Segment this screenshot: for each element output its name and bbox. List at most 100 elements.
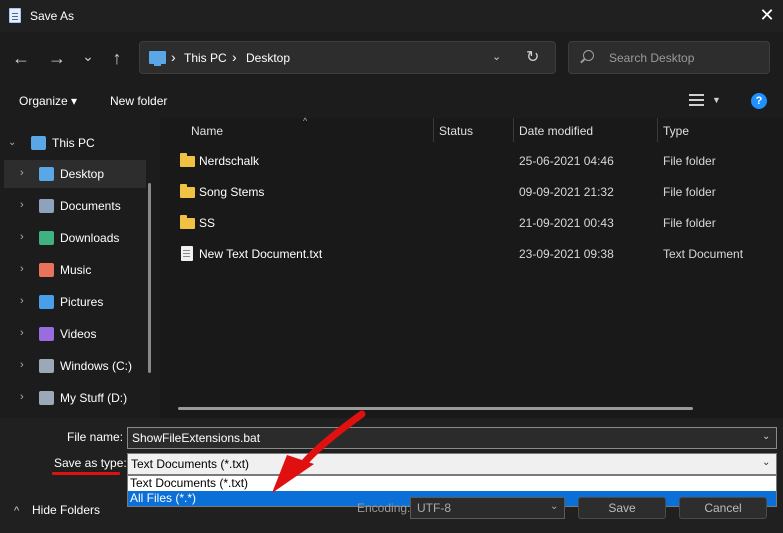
nav-pane-scrollbar[interactable] [148, 183, 151, 373]
file-date-modified: 21-09-2021 00:43 [519, 216, 614, 230]
file-date-modified: 23-09-2021 09:38 [519, 247, 614, 261]
save-as-type-select[interactable]: Text Documents (*.txt) [127, 453, 777, 475]
new-folder-button[interactable]: New folder [110, 94, 167, 108]
file-type: File folder [663, 216, 716, 230]
view-options-caret-icon[interactable]: ▼ [712, 95, 721, 105]
sidebar-item-label: Windows (C:) [60, 359, 133, 373]
recent-locations-button[interactable]: ⌄ [75, 43, 101, 69]
column-header-type[interactable]: Type [663, 124, 689, 138]
sidebar-item-downloads[interactable]: › Downloads [4, 224, 146, 252]
videos-icon [39, 327, 54, 341]
encoding-select[interactable]: UTF-8 [410, 497, 565, 519]
pc-icon [31, 136, 46, 150]
sidebar-item-label: Videos [60, 327, 97, 341]
sidebar-item-label: Pictures [60, 295, 104, 309]
help-icon[interactable]: ? [751, 93, 767, 109]
chevron-down-icon[interactable]: ⌄ [762, 431, 770, 442]
sidebar-item-label: Downloads [60, 231, 120, 245]
notepad-icon [9, 8, 21, 23]
sidebar-item-label: Desktop [60, 167, 105, 181]
folder-icon [180, 153, 195, 167]
file-name-input[interactable]: ShowFileExtensions.bat [127, 427, 777, 449]
sidebar-item-videos[interactable]: › Videos [4, 320, 146, 348]
file-type: File folder [663, 185, 716, 199]
column-divider[interactable] [433, 118, 434, 142]
chevron-right-icon[interactable]: › [20, 327, 24, 339]
file-name: New Text Document.txt [199, 247, 323, 261]
horizontal-scrollbar[interactable] [178, 407, 693, 410]
sidebar-item-documents[interactable]: › Documents [4, 192, 146, 220]
search-input[interactable]: Search Desktop [568, 41, 770, 74]
chevron-down-icon[interactable]: ⌄ [762, 457, 770, 468]
breadcrumb-separator: › [171, 49, 176, 65]
sidebar-item-label: My Stuff (D:) [60, 391, 128, 405]
file-name: Nerdschalk [199, 154, 260, 168]
folder-icon [180, 215, 195, 229]
sidebar-item-windows-c[interactable]: › Windows (C:) [4, 352, 146, 380]
text-file-icon [181, 246, 193, 261]
sidebar-item-my-stuff-d[interactable]: › My Stuff (D:) [4, 384, 146, 412]
pictures-icon [39, 295, 54, 309]
chevron-right-icon[interactable]: › [20, 263, 24, 275]
file-row[interactable]: Song Stems 09-09-2021 21:32 File folder [176, 177, 776, 208]
file-row[interactable]: SS 21-09-2021 00:43 File folder [176, 208, 776, 239]
cancel-button[interactable]: Cancel [679, 497, 767, 519]
desktop-icon [39, 167, 54, 181]
chevron-down-icon[interactable]: ⌄ [550, 501, 558, 512]
back-button[interactable]: ← [8, 45, 34, 71]
annotation-underline [52, 472, 120, 475]
chevron-right-icon[interactable]: › [20, 167, 24, 179]
hide-folders-button[interactable]: Hide Folders [32, 503, 100, 517]
file-row[interactable]: Nerdschalk 25-06-2021 04:46 File folder [176, 146, 776, 177]
sidebar-item-pictures[interactable]: › Pictures [4, 288, 146, 316]
up-button[interactable]: ↑ [104, 45, 130, 71]
file-date-modified: 25-06-2021 04:46 [519, 154, 614, 168]
documents-icon [39, 199, 54, 213]
file-name: SS [199, 216, 216, 230]
file-row[interactable]: New Text Document.txt 23-09-2021 09:38 Tex… [176, 239, 776, 270]
window-title: Save As [30, 9, 75, 23]
downloads-icon [39, 231, 54, 245]
chevron-up-icon[interactable]: ^ [14, 505, 19, 517]
refresh-icon[interactable]: ↻ [526, 47, 539, 67]
encoding-label: Encoding: [357, 501, 411, 515]
column-header-date-modified[interactable]: Date modified [519, 124, 593, 138]
sort-ascending-icon: ^ [303, 116, 308, 126]
column-header-status[interactable]: Status [439, 124, 473, 138]
chevron-right-icon[interactable]: › [20, 295, 24, 307]
drive-c-icon [39, 359, 54, 373]
tree-item-label: This PC [52, 136, 95, 150]
chevron-right-icon[interactable]: › [20, 199, 24, 211]
file-date-modified: 09-09-2021 21:32 [519, 185, 614, 199]
breadcrumb-separator: › [232, 49, 237, 65]
file-list: ^ Name Status Date modified Type Nerdsch… [160, 116, 783, 418]
breadcrumb-desktop[interactable]: Desktop [246, 51, 290, 65]
close-button[interactable]: ✕ [755, 4, 779, 28]
column-divider[interactable] [657, 118, 658, 142]
chevron-right-icon[interactable]: › [20, 391, 24, 403]
file-name: Song Stems [199, 185, 265, 199]
music-icon [39, 263, 54, 277]
view-options-icon[interactable] [689, 94, 704, 106]
address-bar[interactable]: › This PC › Desktop ⌄ ↻ [139, 41, 556, 74]
save-as-type-label: Save as type: [54, 456, 127, 470]
pc-icon [149, 51, 166, 66]
file-name-label: File name: [67, 430, 124, 444]
sidebar-item-label: Documents [60, 199, 121, 213]
chevron-right-icon[interactable]: › [20, 359, 24, 371]
sidebar-item-music[interactable]: › Music [4, 256, 146, 284]
organize-button[interactable]: Organize ▾ [19, 94, 77, 108]
save-button[interactable]: Save [578, 497, 666, 519]
dropdown-option-text-documents[interactable]: Text Documents (*.txt) [128, 476, 776, 491]
sidebar-item-desktop[interactable]: › Desktop [4, 160, 146, 188]
column-header-name[interactable]: Name [191, 124, 223, 138]
forward-button[interactable]: → [44, 45, 70, 71]
chevron-down-icon[interactable]: ⌄ [8, 137, 16, 148]
folder-icon [180, 184, 195, 198]
breadcrumb-this-pc[interactable]: This PC [184, 51, 227, 65]
file-type: Text Document [663, 247, 744, 261]
chevron-down-icon[interactable]: ⌄ [492, 50, 501, 63]
tree-item-this-pc[interactable]: ⌄ This PC [0, 129, 142, 157]
chevron-right-icon[interactable]: › [20, 231, 24, 243]
column-divider[interactable] [513, 118, 514, 142]
